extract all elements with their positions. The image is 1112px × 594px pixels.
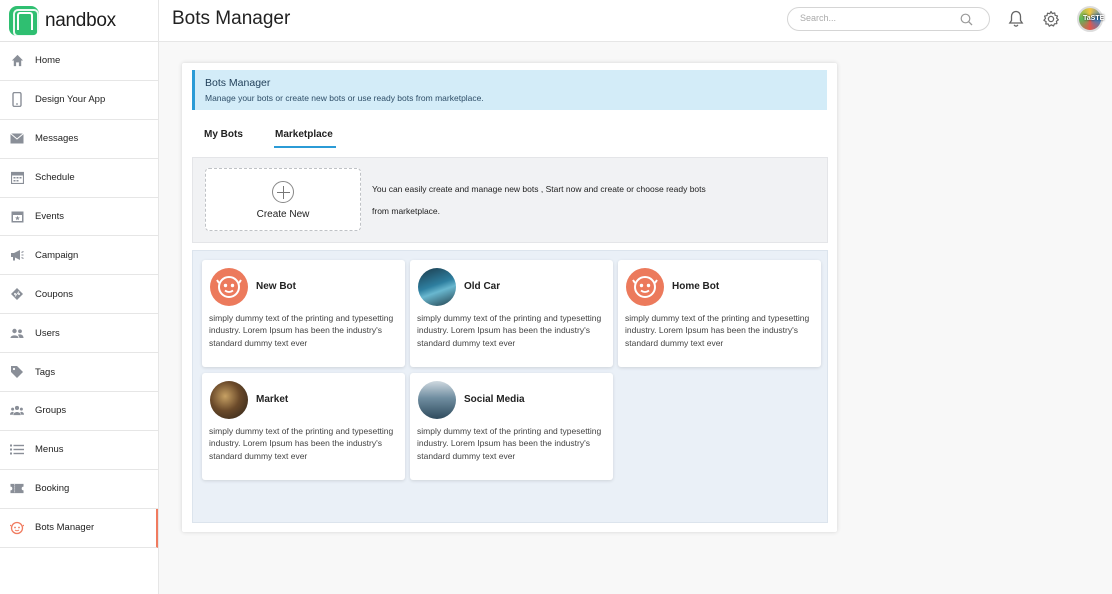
phone-icon [10, 92, 24, 108]
sidebar-item-menus[interactable]: Menus [0, 431, 158, 470]
groups-icon [10, 404, 24, 418]
sidebar-item-label: Booking [35, 483, 70, 495]
sidebar-item-booking[interactable]: Booking [0, 470, 158, 509]
sidebar-item-label: Campaign [35, 249, 79, 261]
bot-icon [10, 521, 24, 535]
brand[interactable]: nandbox [0, 0, 158, 42]
sidebar-item-label: Events [35, 211, 65, 222]
sidebar-item-label: Menus [35, 444, 64, 456]
bot-name: Home Bot [672, 281, 720, 292]
sidebar-item-label: Users [35, 327, 60, 339]
info-banner: Bots Manager Manage your bots or create … [192, 70, 827, 110]
bot-card-old-car[interactable]: Old Car simply dummy text of the printin… [410, 260, 613, 367]
sidebar-item-campaign[interactable]: Campaign [0, 236, 158, 276]
create-description: You can easily create and manage new bot… [372, 178, 752, 222]
sidebar-item-label: Bots Manager [35, 522, 95, 534]
brand-name: nandbox [45, 9, 116, 31]
sidebar-item-label: Schedule [35, 172, 75, 184]
search-icon[interactable] [960, 13, 973, 31]
sidebar-item-messages[interactable]: Messages [0, 120, 158, 159]
users-icon [10, 326, 24, 340]
bot-photo-avatar [210, 381, 248, 419]
tag-icon [10, 365, 24, 379]
bot-description: simply dummy text of the printing and ty… [209, 313, 394, 348]
envelope-icon [10, 132, 24, 146]
sidebar-item-users[interactable]: Users [0, 314, 158, 354]
sidebar-item-home[interactable]: Home [0, 42, 158, 81]
search-input[interactable] [800, 13, 950, 23]
sidebar-item-label: Tags [35, 366, 56, 378]
robot-icon [626, 268, 664, 306]
bot-description: simply dummy text of the printing and ty… [417, 426, 602, 461]
calendar-icon [10, 171, 24, 185]
user-avatar[interactable]: TaSTE [1077, 6, 1105, 32]
banner-title: Bots Manager [205, 77, 271, 89]
sidebar-item-label: Design Your App [35, 94, 106, 106]
bots-manager-card: Bots Manager Manage your bots or create … [182, 63, 837, 532]
bot-card-home-bot[interactable]: Home Bot simply dummy text of the printi… [618, 260, 821, 367]
bot-description: simply dummy text of the printing and ty… [417, 313, 602, 348]
bot-photo-avatar [418, 381, 456, 419]
sidebar-item-label: Coupons [35, 288, 74, 300]
megaphone-icon [10, 248, 24, 262]
bell-icon[interactable] [1008, 10, 1024, 33]
plus-circle-icon [272, 181, 294, 203]
bot-card-new-bot[interactable]: New Bot simply dummy text of the printin… [202, 260, 405, 367]
robot-icon [210, 268, 248, 306]
sidebar-item-schedule[interactable]: Schedule [0, 159, 158, 198]
sidebar-item-label: Messages [35, 133, 79, 145]
create-description-line2: from marketplace. [372, 206, 441, 216]
bot-name: New Bot [256, 281, 296, 292]
sidebar-item-bots-manager[interactable]: Bots Manager [0, 508, 158, 548]
bot-description: simply dummy text of the printing and ty… [209, 426, 394, 461]
bot-name: Old Car [464, 281, 501, 292]
sidebar-item-label: Home [35, 55, 61, 67]
list-icon [10, 443, 24, 457]
avatar-text: TaSTE [1083, 15, 1105, 22]
search-box[interactable] [787, 7, 990, 31]
banner-subtitle: Manage your bots or create new bots or u… [205, 93, 484, 103]
tab-marketplace[interactable]: Marketplace [274, 129, 336, 148]
ticket-icon [10, 482, 24, 496]
bot-photo-avatar [418, 268, 456, 306]
home-icon [10, 54, 24, 68]
event-calendar-icon [10, 210, 24, 224]
sidebar-item-events[interactable]: Events [0, 198, 158, 237]
bot-name: Social Media [464, 394, 525, 405]
sidebar-item-label: Groups [35, 405, 67, 417]
create-new-label: Create New [256, 209, 310, 220]
create-description-line1: You can easily create and manage new bot… [372, 184, 706, 194]
top-header: Bots Manager TaSTE [159, 0, 1112, 42]
sidebar-item-design-your-app[interactable]: Design Your App [0, 81, 158, 120]
bots-grid: New Bot simply dummy text of the printin… [192, 250, 828, 523]
bot-card-market[interactable]: Market simply dummy text of the printing… [202, 373, 405, 480]
create-new-button[interactable]: Create New [205, 168, 361, 231]
nandbox-logo-icon [9, 5, 39, 37]
sidebar-item-coupons[interactable]: Coupons [0, 275, 158, 315]
page-title: Bots Manager [172, 8, 291, 29]
bot-description: simply dummy text of the printing and ty… [625, 313, 810, 348]
coupon-icon [10, 287, 24, 301]
gear-icon[interactable] [1042, 10, 1060, 33]
tab-my-bots[interactable]: My Bots [204, 129, 243, 140]
sidebar-item-tags[interactable]: Tags [0, 353, 158, 393]
create-area: Create New You can easily create and man… [192, 157, 828, 243]
bot-card-social-media[interactable]: Social Media simply dummy text of the pr… [410, 373, 613, 480]
sidebar-item-groups[interactable]: Groups [0, 392, 158, 431]
sidebar: nandbox Home Design Your App Messages Sc… [0, 0, 159, 594]
bot-name: Market [256, 394, 289, 405]
